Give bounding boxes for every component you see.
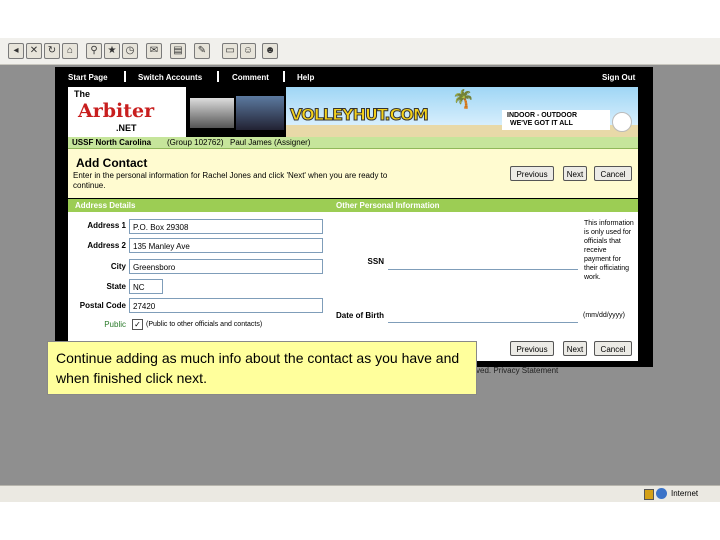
state-label: State <box>106 282 126 291</box>
page-instructions: Enter in the personal information for Ra… <box>73 171 388 190</box>
mail-icon[interactable]: ✉ <box>146 43 162 59</box>
palm-tree-icon: 🌴 <box>452 89 475 109</box>
address-details-heading: Address Details <box>75 201 136 210</box>
dob-field[interactable] <box>388 308 578 323</box>
browser-toolbar: ◂ ✕ ↻ ⌂ ⚲ ★ ◷ ✉ ▤ ✎ ▭ ☺ ☻ <box>0 38 720 65</box>
public-note: (Public to other officials and contacts) <box>146 321 263 328</box>
privacy-statement-link[interactable]: ved. Privacy Statement <box>476 366 558 375</box>
ad-tagline-2: WE'VE GOT IT ALL <box>510 120 573 127</box>
nav-separator <box>217 71 219 82</box>
messenger-icon[interactable]: ☺ <box>240 43 256 59</box>
volleyhut-ad[interactable]: VOLLEYHUT.COM 🌴 INDOOR - OUTDOOR WE'VE G… <box>286 87 638 137</box>
back-icon[interactable]: ◂ <box>8 43 24 59</box>
account-user: Paul James (Assigner) <box>230 138 311 147</box>
postal-code-label: Postal Code <box>79 301 126 310</box>
other-info-heading: Other Personal Information <box>336 201 440 210</box>
public-checkbox[interactable]: ✓ <box>132 319 143 330</box>
previous-button[interactable]: Previous <box>510 166 554 181</box>
ssn-field[interactable] <box>388 255 578 270</box>
tutorial-callout: Continue adding as much info about the c… <box>47 341 477 395</box>
favorites-icon[interactable]: ★ <box>104 43 120 59</box>
logo-net: .NET <box>116 123 137 133</box>
address1-label: Address 1 <box>87 221 126 230</box>
nav-sign-out[interactable]: Sign Out <box>602 73 635 82</box>
nav-start-page[interactable]: Start Page <box>68 73 108 82</box>
banner-photo <box>236 96 284 130</box>
lock-icon <box>644 489 654 500</box>
cancel-button-bottom[interactable]: Cancel <box>594 341 632 356</box>
dob-label: Date of Birth <box>336 311 384 320</box>
arbiter-logo[interactable]: The Arbiter .NET <box>68 87 186 137</box>
callout-text: Continue adding as much info about the c… <box>56 350 460 386</box>
next-button[interactable]: Next <box>563 166 587 181</box>
previous-button-bottom[interactable]: Previous <box>510 341 554 356</box>
logo-the: The <box>74 89 91 99</box>
postal-code-field[interactable]: 27420 <box>129 298 323 313</box>
globe-icon <box>656 488 667 499</box>
banner-photo <box>190 98 234 128</box>
state-field[interactable]: NC <box>129 279 163 294</box>
ad-tagline-1: INDOOR - OUTDOOR <box>507 112 577 119</box>
history-icon[interactable]: ◷ <box>122 43 138 59</box>
dob-format-hint: (mm/dd/yyyy) <box>583 312 625 319</box>
address2-label: Address 2 <box>87 241 126 250</box>
edit-icon[interactable]: ✎ <box>194 43 210 59</box>
account-group: USSF North Carolina <box>72 138 152 147</box>
zone-status: Internet <box>671 489 699 498</box>
folder-icon[interactable]: ▭ <box>222 43 238 59</box>
city-label: City <box>110 262 126 271</box>
nav-comment[interactable]: Comment <box>232 73 269 82</box>
nav-switch-accounts[interactable]: Switch Accounts <box>138 73 202 82</box>
volleyball-icon <box>612 112 632 132</box>
nav-separator <box>283 71 285 82</box>
ssn-label: SSN <box>367 257 384 266</box>
home-icon[interactable]: ⌂ <box>62 43 78 59</box>
print-icon[interactable]: ▤ <box>170 43 186 59</box>
account-group-id: (Group 102762) <box>167 138 224 147</box>
search-icon[interactable]: ⚲ <box>86 43 102 59</box>
contact-form: Address Details Other Personal Informati… <box>68 199 638 361</box>
address2-field[interactable]: 135 Manley Ave <box>129 238 323 253</box>
close-icon[interactable]: ✕ <box>26 43 42 59</box>
city-field[interactable]: Greensboro <box>129 259 323 274</box>
page-title: Add Contact <box>76 156 148 170</box>
next-button-bottom[interactable]: Next <box>563 341 587 356</box>
ssn-note: This information is only used for offici… <box>584 220 634 281</box>
refresh-icon[interactable]: ↻ <box>44 43 60 59</box>
browser-status-bar: Internet <box>0 485 720 502</box>
public-label: Public <box>104 320 126 329</box>
ad-brand: VOLLEYHUT.COM <box>290 105 430 125</box>
page-header: Add Contact Enter in the personal inform… <box>68 149 638 198</box>
address1-field[interactable]: P.O. Box 29308 <box>129 219 323 234</box>
ad-tagline-box: INDOOR - OUTDOOR WE'VE GOT IT ALL <box>502 110 610 130</box>
contacts-icon[interactable]: ☻ <box>262 43 278 59</box>
logo-arbiter: Arbiter <box>78 100 155 122</box>
cancel-button[interactable]: Cancel <box>594 166 632 181</box>
nav-help[interactable]: Help <box>297 73 314 82</box>
account-bar: USSF North Carolina (Group 102762) Paul … <box>68 137 638 149</box>
nav-separator <box>124 71 126 82</box>
